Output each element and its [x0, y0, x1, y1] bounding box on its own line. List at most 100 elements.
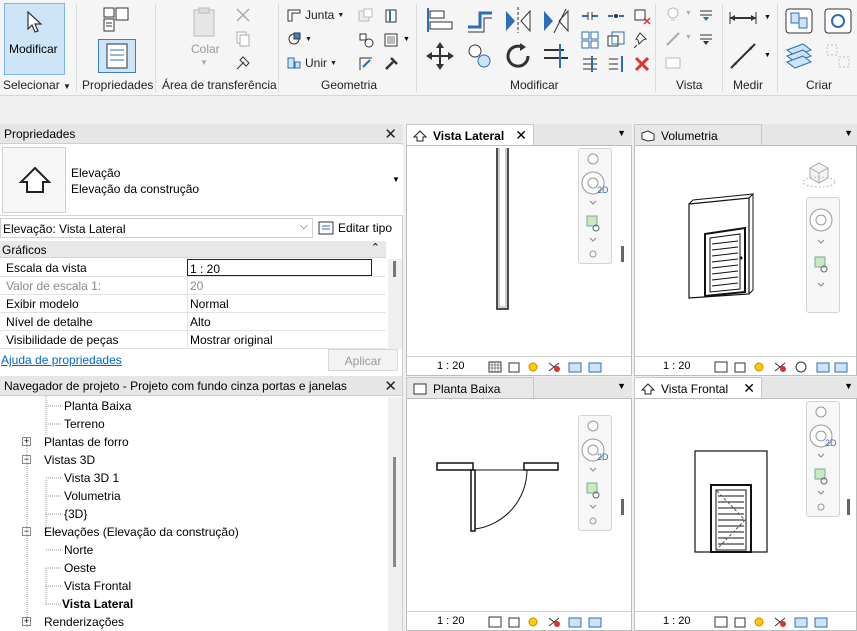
navigation-bar[interactable]	[806, 197, 840, 313]
copy-element-icon[interactable]	[464, 40, 496, 72]
property-row[interactable]: Escala da vista 1 : 20	[0, 259, 386, 277]
tree-item-3d[interactable]: {3D}	[64, 507, 87, 521]
demolish-icon[interactable]	[357, 31, 375, 49]
move-icon[interactable]	[424, 40, 456, 72]
trim-extend-icon[interactable]	[540, 40, 572, 72]
geometry-dropdown-icon[interactable]: ▼	[403, 36, 410, 43]
property-row[interactable]: Visibilidade de peças Mostrar original	[0, 331, 386, 349]
navigation-bar[interactable]: 2D	[806, 401, 840, 517]
mirror-draw-icon[interactable]	[540, 5, 572, 35]
cut-icon[interactable]	[234, 6, 252, 24]
view-controls-icons[interactable]	[713, 614, 843, 630]
view-scroll-icon[interactable]	[621, 246, 624, 262]
scale-label[interactable]: 1 : 20	[663, 615, 691, 627]
tree-item-renderizacoes[interactable]: Renderizações	[44, 615, 124, 629]
close-icon[interactable]: ✕	[384, 125, 397, 143]
tree-item-vistas-3d[interactable]: Vistas 3D	[44, 453, 95, 467]
navigation-bar[interactable]: 2D	[578, 415, 612, 531]
type-selector[interactable]: Elevação Elevação da construção ▼	[0, 145, 403, 216]
override-graphics-icon[interactable]	[664, 54, 682, 72]
create-group-icon[interactable]	[783, 6, 815, 36]
scale-label[interactable]: 1 : 20	[437, 360, 465, 372]
copy-icon[interactable]	[234, 30, 252, 48]
view-controls-icons[interactable]	[487, 614, 617, 630]
browser-scrollbar[interactable]	[388, 397, 402, 631]
tree-item-vista-frontal[interactable]: Vista Frontal	[64, 579, 131, 593]
canvas-planta[interactable]: 2D 1 : 20	[406, 398, 632, 631]
property-row[interactable]: Exibir modelo Normal	[0, 295, 386, 313]
split-face-icon[interactable]	[382, 7, 400, 25]
trim-multiple-icon[interactable]	[580, 54, 600, 74]
extend-icon[interactable]	[606, 54, 626, 74]
property-row[interactable]: Nível de detalhe Alto	[0, 313, 386, 331]
expand-icon[interactable]: +	[22, 617, 31, 626]
tree-item-terreno[interactable]: Terreno	[64, 417, 105, 431]
assembly-icon[interactable]	[822, 40, 854, 72]
lightbulb-icon[interactable]	[664, 6, 682, 24]
tree-item-vista-3d-1[interactable]: Vista 3D 1	[64, 471, 119, 485]
view-controls-icons[interactable]	[487, 359, 617, 375]
pin-icon[interactable]	[632, 30, 652, 50]
navigation-bar[interactable]: 2D	[578, 148, 612, 264]
tree-item-planta-baixa[interactable]: Planta Baixa	[64, 399, 131, 413]
hide-icon[interactable]	[697, 6, 715, 24]
view-menu-icon[interactable]: ▼	[844, 128, 853, 138]
edit-type-button[interactable]: Editar tipo	[318, 218, 400, 238]
close-icon[interactable]: ✕	[384, 377, 397, 395]
offset-icon[interactable]	[464, 5, 496, 35]
type-properties-icon[interactable]	[100, 5, 132, 35]
mirror-axis-icon[interactable]	[502, 5, 534, 35]
delete-icon[interactable]	[632, 54, 652, 74]
filter-icon[interactable]	[697, 30, 715, 48]
scale-label[interactable]: 1 : 20	[663, 360, 691, 372]
tab-volumetria[interactable]: Volumetria	[634, 124, 762, 146]
expand-icon[interactable]: +	[22, 437, 31, 446]
paint-icon[interactable]	[382, 31, 400, 49]
tab-planta-baixa[interactable]: Planta Baixa	[406, 377, 534, 399]
paste-dropdown-icon[interactable]: ▼	[200, 58, 208, 67]
modify-button[interactable]: Modificar	[4, 3, 65, 75]
scale-icon[interactable]	[606, 30, 626, 50]
vista-dropdown-icon[interactable]: ▼	[685, 10, 692, 17]
unpin-icon[interactable]	[632, 6, 652, 26]
properties-help-link[interactable]: Ajuda de propriedades	[1, 353, 122, 367]
measure-dropdown-icon[interactable]: ▼	[764, 14, 771, 21]
vista-dropdown2-icon[interactable]: ▼	[685, 34, 692, 41]
measure-icon[interactable]	[727, 6, 759, 30]
group-header[interactable]: Gráficos ⌃	[0, 241, 386, 258]
tree-item-norte[interactable]: Norte	[64, 543, 93, 557]
cut-geometry-button[interactable]: ▼	[286, 31, 312, 47]
properties-button[interactable]	[98, 39, 136, 73]
selecionar-panel-label[interactable]: Selecionar ▼	[3, 78, 71, 92]
tree-item-elevacoes[interactable]: Elevações (Elevação da construção)	[44, 525, 239, 539]
tree-item-volumetria[interactable]: Volumetria	[64, 489, 121, 503]
array-icon[interactable]	[580, 30, 600, 50]
linework-icon[interactable]	[664, 30, 682, 48]
tree-item-oeste[interactable]: Oeste	[64, 561, 96, 575]
wall-pattern-icon[interactable]	[357, 55, 375, 73]
collapse-icon[interactable]: −	[22, 527, 31, 536]
type-dropdown-icon[interactable]: ▼	[392, 175, 400, 184]
wall-joins-icon[interactable]	[357, 7, 375, 25]
canvas-frontal[interactable]: 2D 1 : 20	[634, 398, 857, 631]
unjoin-button[interactable]: Unir ▼	[286, 55, 337, 71]
match-properties-icon[interactable]	[234, 54, 252, 72]
tree-item-vista-lateral[interactable]: Vista Lateral	[62, 597, 133, 611]
split-gap-icon[interactable]	[606, 6, 626, 26]
hammer-icon[interactable]	[382, 55, 400, 73]
parts-icon[interactable]	[783, 40, 815, 72]
collapse-icon[interactable]: −	[22, 455, 31, 464]
view-scroll-icon[interactable]	[621, 499, 624, 515]
split-element-icon[interactable]	[580, 6, 600, 26]
align-icon[interactable]	[424, 5, 456, 35]
view-menu-icon[interactable]: ▼	[617, 381, 626, 391]
properties-scrollbar[interactable]	[388, 259, 402, 349]
instance-selector[interactable]: Elevação: Vista Lateral ⌵	[0, 218, 313, 238]
paste-label[interactable]: Colar	[191, 42, 220, 56]
join-button[interactable]: Junta ▼	[286, 7, 344, 23]
scale-label[interactable]: 1 : 20	[437, 615, 465, 627]
dimension-icon[interactable]	[727, 40, 759, 72]
view-controls-icons[interactable]	[713, 359, 853, 375]
view-menu-icon[interactable]: ▼	[844, 381, 853, 391]
canvas-lateral[interactable]: 2D 1 : 20	[406, 145, 632, 376]
